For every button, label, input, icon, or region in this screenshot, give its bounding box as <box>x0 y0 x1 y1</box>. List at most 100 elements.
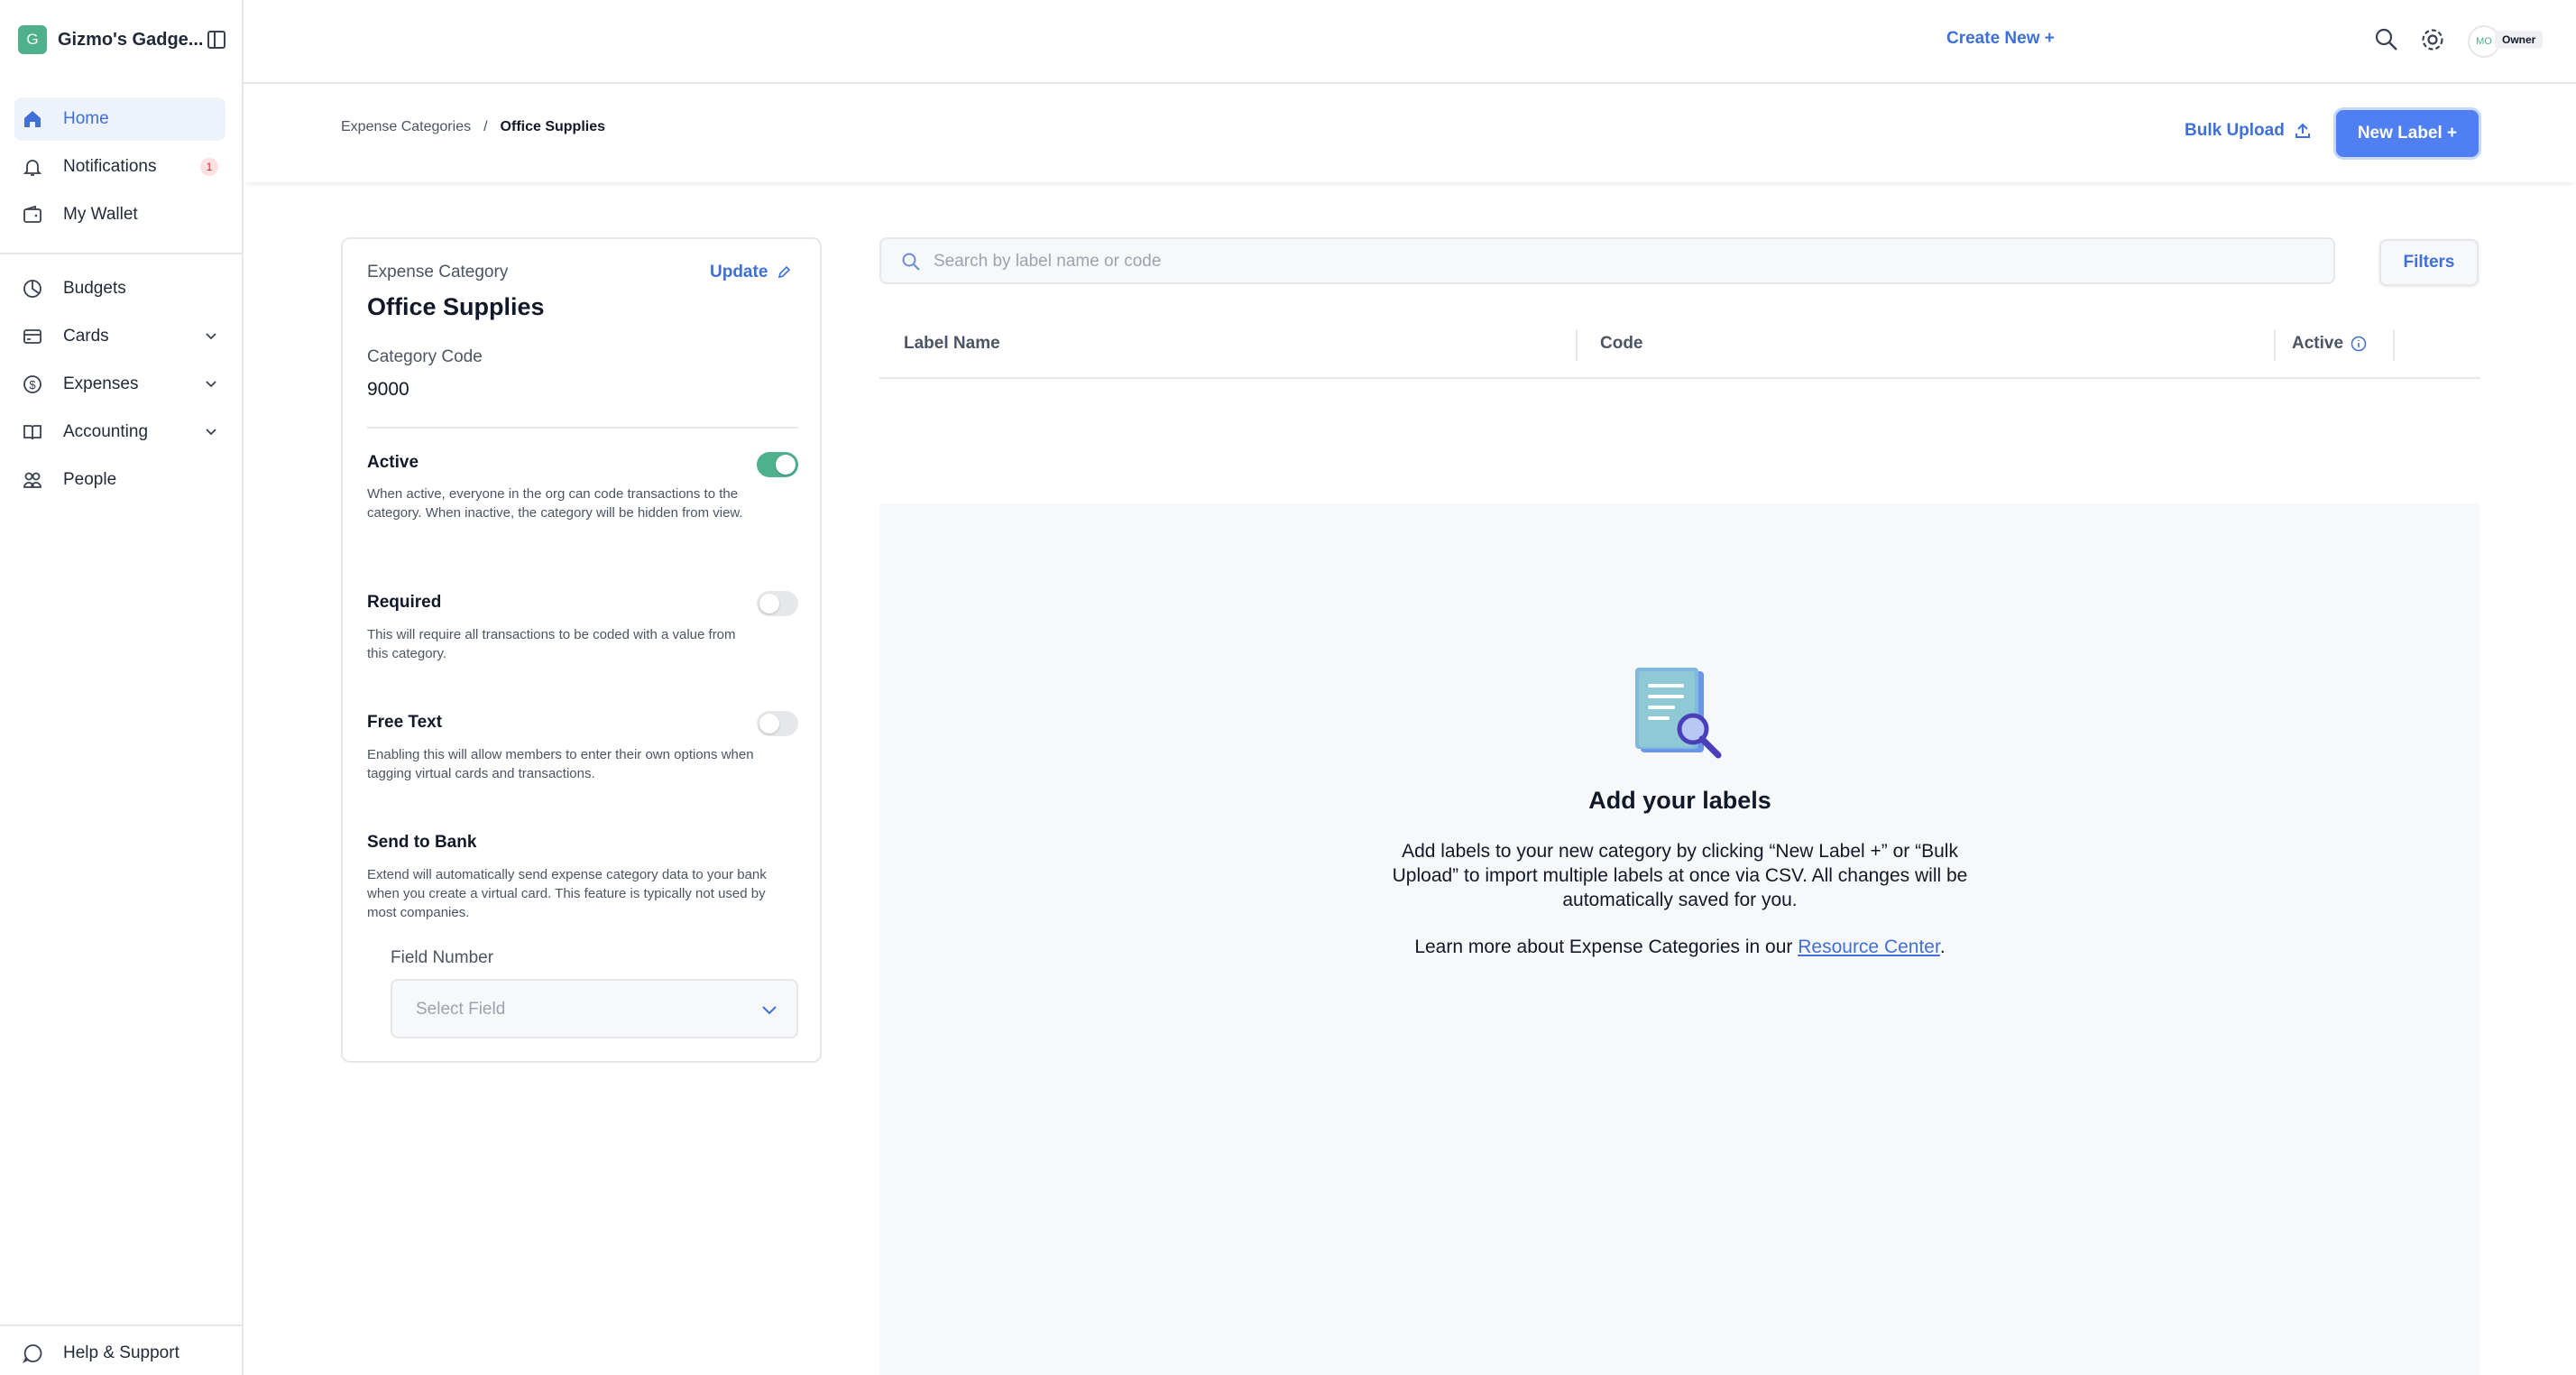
column-active[interactable]: Active <box>2292 334 2367 354</box>
sidebar-item-accounting[interactable]: Accounting <box>14 411 225 454</box>
sidebar: G Gizmo's Gadge... Home Notifications 1 … <box>0 0 244 1375</box>
nav-divider <box>0 253 244 254</box>
sidebar-item-notifications[interactable]: Notifications 1 <box>14 145 225 189</box>
free-text-title: Free Text <box>367 713 443 732</box>
sidebar-item-label: Home <box>63 109 109 128</box>
free-text-description: Enabling this will allow members to ente… <box>367 747 754 781</box>
sidebar-item-people[interactable]: People <box>14 458 225 502</box>
help-divider <box>0 1324 244 1326</box>
required-description: This will require all transactions to be… <box>367 627 736 661</box>
sidebar-item-label: My Wallet <box>63 205 138 224</box>
sidebar-item-help-support[interactable]: Help & Support <box>14 1339 225 1368</box>
sidebar-item-label: Help & Support <box>63 1343 179 1362</box>
dollar-circle-icon: $ <box>22 374 43 395</box>
sidebar-item-expenses[interactable]: $ Expenses <box>14 363 225 406</box>
empty-state-title: Add your labels <box>1588 787 1771 814</box>
field-number-label: Field Number <box>391 948 494 967</box>
breadcrumb-parent[interactable]: Expense Categories <box>341 119 471 135</box>
chevron-down-icon <box>206 333 216 340</box>
gear-icon[interactable] <box>2418 25 2447 54</box>
role-badge: Owner <box>2495 31 2544 49</box>
home-icon <box>22 108 43 130</box>
sidebar-item-label: Budgets <box>63 279 126 298</box>
column-label-name[interactable]: Label Name <box>904 334 1000 354</box>
update-label: Update <box>710 263 768 281</box>
create-new-button[interactable]: Create New + <box>1946 29 2055 49</box>
sidebar-item-label: Accounting <box>63 422 149 441</box>
column-code[interactable]: Code <box>1600 334 1643 354</box>
empty-state-text: Add labels to your new category by click… <box>1392 841 1968 910</box>
field-number-select[interactable]: Select Field <box>391 979 798 1038</box>
column-divider <box>1576 330 1578 361</box>
bell-icon <box>22 156 43 178</box>
pencil-icon <box>778 265 791 279</box>
sidebar-item-my-wallet[interactable]: My Wallet <box>14 193 225 236</box>
chevron-down-icon <box>206 381 216 388</box>
send-to-bank-description: Extend will automatically send expense c… <box>367 867 767 920</box>
sidebar-item-budgets[interactable]: Budgets <box>14 267 225 310</box>
sidebar-item-label: Cards <box>63 327 109 346</box>
required-title: Required <box>367 593 442 612</box>
page-header: Expense Categories / Office Supplies Bul… <box>244 85 2576 182</box>
category-details-card: Expense Category Office Supplies Update … <box>341 237 822 1063</box>
chat-icon <box>22 1343 43 1364</box>
empty-state-learn-more: Learn more about Expense Categories in o… <box>879 937 2480 958</box>
sidebar-collapse-icon[interactable] <box>207 31 225 49</box>
category-type-label: Expense Category <box>367 263 509 281</box>
empty-state: Add your labels Add labels to your new c… <box>879 503 2480 1375</box>
active-description: When active, everyone in the org can cod… <box>367 486 743 521</box>
notification-count-badge: 1 <box>200 158 218 176</box>
resource-center-link[interactable]: Resource Center <box>1798 937 1940 957</box>
upload-icon <box>2295 123 2310 138</box>
chevron-down-icon <box>762 1006 777 1015</box>
sidebar-item-home[interactable]: Home <box>14 97 225 141</box>
search-icon <box>902 253 920 271</box>
people-icon <box>22 469 43 491</box>
org-name: Gizmo's Gadge... <box>58 29 204 50</box>
card-icon <box>22 326 43 347</box>
category-name: Office Supplies <box>367 293 545 320</box>
category-code-value: 9000 <box>367 379 409 400</box>
card-divider <box>367 427 798 429</box>
learn-more-text: Learn more about Expense Categories in o… <box>1414 937 1799 957</box>
learn-more-suffix: . <box>1939 937 1946 957</box>
required-toggle[interactable] <box>757 591 798 616</box>
column-divider <box>2393 330 2395 361</box>
category-code-label: Category Code <box>367 347 483 366</box>
send-to-bank-title: Send to Bank <box>367 833 477 852</box>
free-text-toggle[interactable] <box>757 711 798 736</box>
filters-button[interactable]: Filters <box>2379 239 2479 286</box>
search-icon[interactable] <box>2372 25 2401 54</box>
breadcrumb: Expense Categories / Office Supplies <box>341 119 605 135</box>
active-toggle[interactable] <box>757 452 798 477</box>
wallet-icon <box>22 204 43 226</box>
nav-footer: Help & Support <box>14 1339 225 1372</box>
bulk-upload-label: Bulk Upload <box>2185 121 2285 140</box>
top-bar <box>244 0 2576 84</box>
chevron-down-icon <box>206 429 216 436</box>
org-avatar: G <box>18 25 47 54</box>
new-label-button[interactable]: New Label + <box>2336 110 2479 157</box>
sidebar-item-cards[interactable]: Cards <box>14 315 225 358</box>
sidebar-item-label: Expenses <box>63 374 139 393</box>
search-placeholder: Search by label name or code <box>934 252 1162 271</box>
nav-primary: Home Notifications 1 My Wallet <box>14 97 225 241</box>
sidebar-item-label: Notifications <box>63 157 157 176</box>
bulk-upload-button[interactable]: Bulk Upload <box>2185 121 2312 141</box>
nav-secondary: Budgets Cards $ Expenses Accounting Peop… <box>14 267 225 506</box>
pie-icon <box>22 278 43 300</box>
svg-text:$: $ <box>29 378 36 392</box>
document-search-icon <box>1635 668 1722 759</box>
org-switcher[interactable]: G Gizmo's Gadge... <box>18 25 225 54</box>
breadcrumb-current: Office Supplies <box>500 119 606 134</box>
update-button[interactable]: Update <box>710 263 791 282</box>
book-icon <box>22 421 43 443</box>
breadcrumb-separator: / <box>483 119 488 134</box>
column-active-label: Active <box>2292 334 2344 353</box>
info-icon[interactable] <box>2351 336 2367 352</box>
sidebar-item-label: People <box>63 470 117 489</box>
active-title: Active <box>367 453 419 472</box>
label-search-input[interactable]: Search by label name or code <box>879 237 2335 284</box>
labels-table-header: Label Name Code Active <box>879 321 2480 379</box>
field-number-placeholder: Select Field <box>416 1000 506 1019</box>
